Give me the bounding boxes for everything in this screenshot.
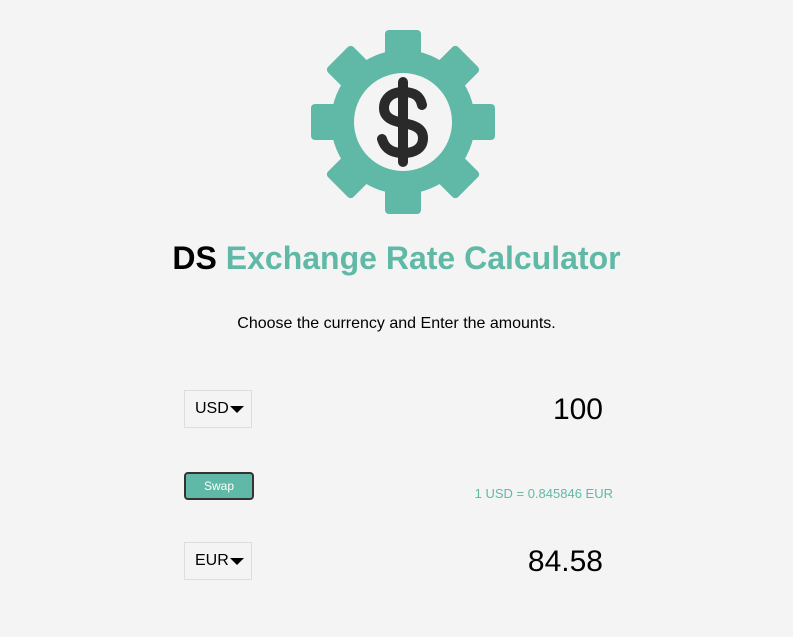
gear-dollar-icon (311, 30, 495, 214)
page-title: DS Exchange Rate Calculator (0, 238, 793, 278)
currency-two-code: EUR (195, 552, 229, 569)
title-main: Exchange Rate Calculator (225, 240, 621, 276)
currency-one-code: USD (195, 400, 229, 417)
swap-button[interactable]: Swap (184, 472, 254, 500)
amount-one-input[interactable] (351, 391, 605, 429)
currency-one-select[interactable]: USD (184, 390, 252, 428)
chevron-down-icon (229, 557, 244, 565)
chevron-down-icon (229, 405, 244, 413)
currency-two-select[interactable]: EUR (184, 542, 252, 580)
amount-two-input[interactable] (351, 543, 605, 581)
exchange-rate-text: 1 USD = 0.845846 EUR (474, 486, 613, 501)
title-prefix: DS (172, 240, 217, 276)
instructions-text: Choose the currency and Enter the amount… (237, 315, 556, 332)
